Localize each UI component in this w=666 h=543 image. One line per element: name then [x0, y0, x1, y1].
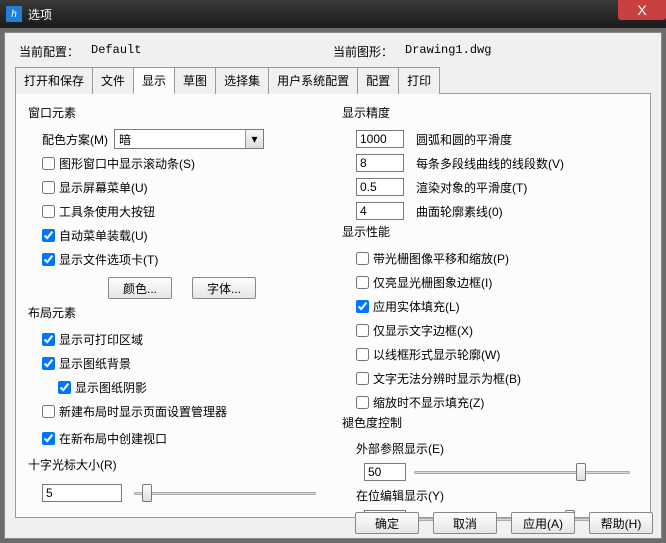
color-button-label: 颜色...	[123, 280, 157, 297]
cb-scrollbar-label: 图形窗口中显示滚动条(S)	[59, 155, 195, 172]
cb-zoomfill[interactable]	[356, 396, 369, 409]
surface-contour-label: 曲面轮廓素线(0)	[416, 203, 503, 220]
cb-paperbg[interactable]	[42, 357, 55, 370]
polyline-seg-input[interactable]	[356, 154, 404, 172]
cb-paperbg-label: 显示图纸背景	[59, 355, 131, 372]
polyline-seg-label: 每条多段线曲线的线段数(V)	[416, 155, 564, 172]
tab-file[interactable]: 文件	[92, 67, 134, 94]
crosshair-slider[interactable]	[134, 483, 316, 503]
cancel-button[interactable]: 取消	[433, 512, 497, 534]
cb-bigbuttons-label: 工具条使用大按钮	[59, 203, 155, 220]
cb-textframe-label: 仅显示文字边框(X)	[373, 322, 473, 339]
cb-screenmenu[interactable]	[42, 181, 55, 194]
cb-frameoutline-label: 以线框形式显示轮廓(W)	[373, 346, 500, 363]
arc-smooth-input[interactable]	[356, 130, 404, 148]
chevron-down-icon: ▾	[245, 130, 263, 148]
cb-automenu[interactable]	[42, 229, 55, 242]
crosshair-input[interactable]	[42, 484, 122, 502]
close-button[interactable]: X	[618, 0, 666, 20]
performance-title: 显示性能	[342, 223, 638, 240]
tab-selection[interactable]: 选择集	[215, 67, 269, 94]
cb-filetabs[interactable]	[42, 253, 55, 266]
cb-newviewport[interactable]	[42, 432, 55, 445]
crosshair-title: 十字光标大小(R)	[28, 456, 324, 473]
config-label: 当前配置：	[19, 43, 79, 60]
dialog-footer: 确定 取消 应用(A) 帮助(H)	[355, 512, 653, 534]
cb-frameoutline[interactable]	[356, 348, 369, 361]
cb-papershadow[interactable]	[58, 381, 71, 394]
drawing-label: 当前图形：	[333, 43, 393, 60]
cb-newviewport-label: 在新布局中创建视口	[59, 430, 167, 447]
cb-pagesetup-label: 新建布局时显示页面设置管理器	[59, 403, 227, 420]
app-icon: h	[6, 6, 22, 22]
cb-scrollbar[interactable]	[42, 157, 55, 170]
cancel-button-label: 取消	[453, 515, 477, 532]
cb-filetabs-label: 显示文件选项卡(T)	[59, 251, 158, 268]
tab-display[interactable]: 显示	[133, 67, 175, 94]
cb-solidfill-label: 应用实体填充(L)	[373, 298, 460, 315]
slider-track-line	[414, 471, 630, 474]
layout-elements-title: 布局元素	[28, 304, 324, 321]
drawing-value: Drawing1.dwg	[405, 43, 491, 60]
tab-print[interactable]: 打印	[398, 67, 440, 94]
cb-papershadow-label: 显示图纸阴影	[75, 379, 147, 396]
dialog-body: 当前配置： Default 当前图形： Drawing1.dwg 打开和保存 文…	[4, 32, 662, 539]
color-button[interactable]: 颜色...	[108, 277, 172, 299]
render-smooth-label: 渲染对象的平滑度(T)	[416, 179, 527, 196]
color-scheme-row: 配色方案(M) 暗 ▾	[28, 129, 324, 149]
cb-textbox[interactable]	[356, 372, 369, 385]
arc-smooth-label: 圆弧和圆的平滑度	[416, 131, 512, 148]
font-button-label: 字体...	[207, 280, 241, 297]
fade-title: 褪色度控制	[342, 414, 638, 431]
tabstrip: 打开和保存 文件 显示 草图 选择集 用户系统配置 配置 打印	[15, 66, 651, 94]
slider-thumb[interactable]	[142, 484, 152, 502]
cb-highlight[interactable]	[356, 276, 369, 289]
config-value: Default	[91, 43, 141, 60]
tab-user-prefs[interactable]: 用户系统配置	[268, 67, 358, 94]
window-title: 选项	[28, 6, 52, 23]
apply-button[interactable]: 应用(A)	[511, 512, 575, 534]
apply-button-label: 应用(A)	[523, 515, 563, 532]
tab-profiles[interactable]: 配置	[357, 67, 399, 94]
color-scheme-label: 配色方案(M)	[42, 131, 108, 148]
cb-highlight-label: 仅亮显光栅图象边框(I)	[373, 274, 492, 291]
cb-printable-label: 显示可打印区域	[59, 331, 143, 348]
color-scheme-value: 暗	[119, 131, 131, 148]
cb-solidfill[interactable]	[356, 300, 369, 313]
help-button[interactable]: 帮助(H)	[589, 512, 653, 534]
slider-thumb[interactable]	[576, 463, 586, 481]
tab-draft[interactable]: 草图	[174, 67, 216, 94]
cb-screenmenu-label: 显示屏幕菜单(U)	[59, 179, 148, 196]
fade-edit-label: 在位编辑显示(Y)	[356, 487, 638, 504]
ok-button[interactable]: 确定	[355, 512, 419, 534]
tab-panel-display: 窗口元素 配色方案(M) 暗 ▾ 图形窗口中显示滚动条(S) 显示屏幕菜单(U)…	[15, 94, 651, 518]
fade-xref-input[interactable]	[364, 463, 406, 481]
info-row: 当前配置： Default 当前图形： Drawing1.dwg	[15, 39, 651, 66]
fade-xref-slider[interactable]	[414, 462, 630, 482]
cb-pan-label: 带光栅图像平移和缩放(P)	[373, 250, 509, 267]
help-button-label: 帮助(H)	[601, 515, 642, 532]
cb-zoomfill-label: 缩放时不显示填充(Z)	[373, 394, 484, 411]
window-elements-title: 窗口元素	[28, 104, 324, 121]
titlebar: h 选项 X	[0, 0, 666, 28]
cb-pan[interactable]	[356, 252, 369, 265]
tab-open-save[interactable]: 打开和保存	[15, 67, 93, 94]
precision-title: 显示精度	[342, 104, 638, 121]
color-scheme-combo[interactable]: 暗 ▾	[114, 129, 264, 149]
left-column: 窗口元素 配色方案(M) 暗 ▾ 图形窗口中显示滚动条(S) 显示屏幕菜单(U)…	[28, 104, 324, 503]
cb-pagesetup[interactable]	[42, 405, 55, 418]
cb-automenu-label: 自动菜单装载(U)	[59, 227, 148, 244]
font-button[interactable]: 字体...	[192, 277, 256, 299]
slider-track-line	[134, 492, 316, 495]
surface-contour-input[interactable]	[356, 202, 404, 220]
close-icon: X	[637, 2, 646, 18]
cb-printable[interactable]	[42, 333, 55, 346]
fade-xref-label: 外部参照显示(E)	[356, 440, 638, 457]
cb-bigbuttons[interactable]	[42, 205, 55, 218]
ok-button-label: 确定	[375, 515, 399, 532]
right-column: 显示精度 圆弧和圆的平滑度 每条多段线曲线的线段数(V) 渲染对象的平滑度(T)…	[342, 104, 638, 503]
cb-textframe[interactable]	[356, 324, 369, 337]
cb-textbox-label: 文字无法分辨时显示为框(B)	[373, 370, 521, 387]
render-smooth-input[interactable]	[356, 178, 404, 196]
